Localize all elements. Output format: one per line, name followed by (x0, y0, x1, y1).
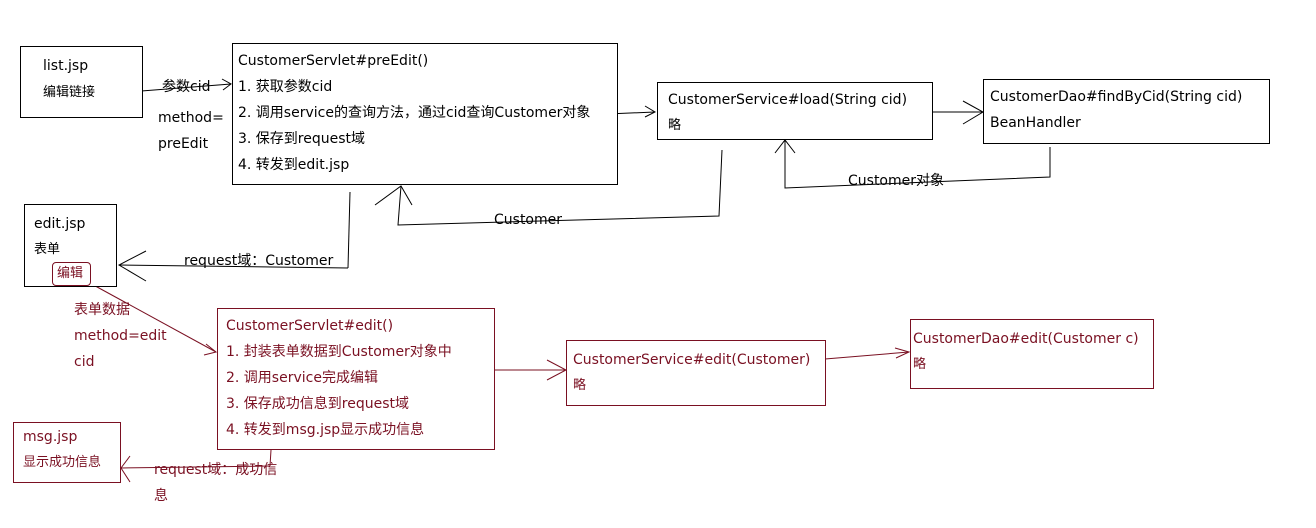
edit-service-title: CustomerService#edit(Customer) (573, 352, 811, 368)
edit-jsp-title: edit.jsp (34, 216, 86, 232)
request-customer-label: request域：Customer (184, 253, 334, 269)
form-data-label: 表单数据 (74, 302, 130, 318)
edit-step-2: 2. 调用service完成编辑 (226, 370, 378, 386)
form-label: 表单 (34, 242, 61, 257)
preedit-step-1: 1. 获取参数cid (238, 79, 333, 95)
list-jsp-title: list.jsp (43, 58, 89, 74)
request-success-label-line2: 息 (154, 488, 168, 504)
msg-jsp-text: 显示成功信息 (23, 455, 102, 470)
edit-step-4: 4. 转发到msg.jsp显示成功信息 (226, 422, 425, 438)
customer-label: Customer (494, 212, 563, 228)
edit-dao-note: 略 (913, 357, 927, 372)
preedit-step-4: 4. 转发到edit.jsp (238, 157, 350, 173)
edit-step-1: 1. 封装表单数据到Customer对象中 (226, 344, 452, 360)
edit-dao-title: CustomerDao#edit(Customer c) (913, 331, 1139, 347)
customer-object-label: Customer对象 (848, 173, 945, 189)
method-edit-label: method=edit (74, 328, 167, 344)
edit-link-label: 编辑链接 (43, 85, 96, 100)
param-cid-label: 参数cid (162, 79, 211, 95)
msg-jsp-title: msg.jsp (23, 429, 78, 445)
edit-button-label[interactable]: 编辑 (57, 265, 83, 283)
cid-label: cid (74, 354, 95, 370)
preedit-step-2: 2. 调用service的查询方法，通过cid查询Customer对象 (238, 105, 591, 121)
request-success-label-line1: request域：成功信 (154, 462, 278, 478)
find-dao-note: BeanHandler (990, 115, 1081, 131)
edit-step-3: 3. 保存成功信息到request域 (226, 396, 410, 412)
edit-servlet-title: CustomerServlet#edit() (226, 318, 394, 334)
load-service-note: 略 (668, 118, 682, 133)
edit-service-note: 略 (573, 378, 587, 393)
find-dao-title: CustomerDao#findByCid(String cid) (990, 89, 1243, 105)
edit-service-box (566, 340, 826, 406)
load-service-title: CustomerService#load(String cid) (668, 92, 908, 108)
method-value-label: preEdit (158, 136, 209, 152)
preedit-step-3: 3. 保存到request域 (238, 131, 366, 147)
preedit-servlet-title: CustomerServlet#preEdit() (238, 53, 429, 69)
method-label: method= (158, 110, 224, 126)
